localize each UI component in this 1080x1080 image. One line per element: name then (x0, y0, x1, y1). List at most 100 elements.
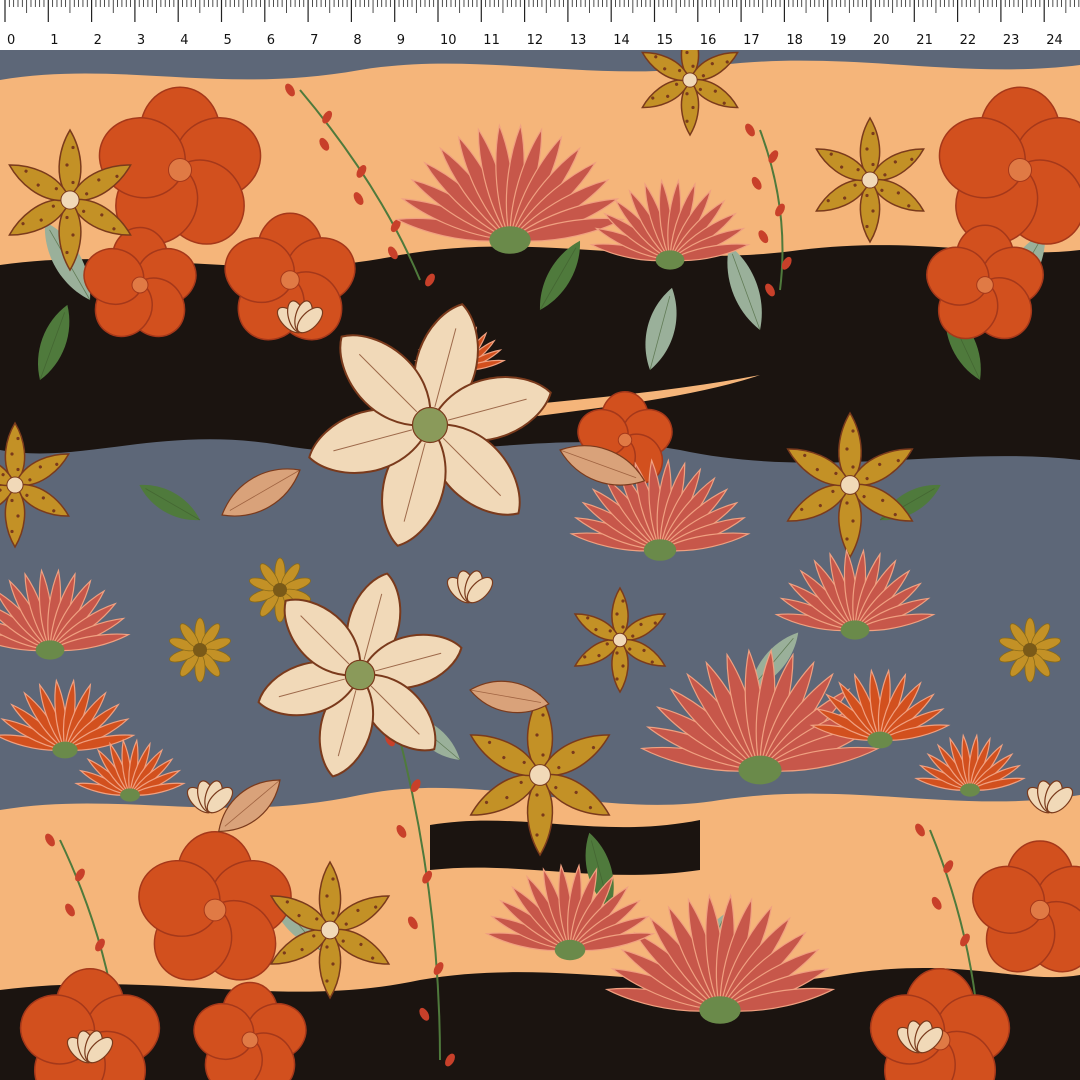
star-petal-dot (871, 209, 875, 213)
ruler-label: 7 (310, 33, 318, 48)
spiky-flower-base (489, 226, 531, 254)
ruler-label: 15 (657, 33, 674, 48)
poppy-center (241, 1031, 259, 1049)
star-petal-dot (871, 162, 875, 167)
floral-fabric-pattern (0, 50, 1080, 1080)
spiky-flower-base (120, 788, 140, 802)
ruler-label: 12 (527, 33, 544, 48)
measurement-ruler: 0 1 2 3 4 5 6 7 8 9 10 11 12 13 14 15 16 17 18 19 20 21 22 23 24… (0, 0, 1080, 50)
star-petal-dot (851, 519, 855, 523)
ruler-label: 10 (440, 33, 457, 48)
ruler-label: 20 (873, 33, 890, 48)
star-petal-dot (331, 877, 335, 881)
ruler-label: 17 (743, 33, 760, 48)
star-petal-dot (331, 962, 335, 966)
star-petal-dot (691, 105, 695, 110)
ruler-label: 24 (1046, 33, 1063, 48)
star-petal-dot (65, 163, 69, 167)
ruler-scale: 0 1 2 3 4 5 6 7 8 9 10 11 12 13 14 15 16 17 18 19 20 21 22 23 24… (0, 0, 1080, 50)
spiky-flower-base (35, 640, 65, 660)
star-center (840, 475, 860, 495)
pattern-canvas (0, 50, 1080, 1080)
ruler-label: 8 (353, 33, 361, 48)
star-petal-dot (331, 911, 335, 915)
poppy-center (167, 157, 193, 183)
ruler-label: 6 (267, 33, 275, 48)
star-petal-dot (10, 452, 14, 456)
star-petal-dot (685, 50, 689, 55)
ruler-label: 9 (397, 33, 405, 48)
star-petal-dot (845, 537, 849, 541)
star-center (6, 476, 24, 494)
spiky-flower-base (699, 996, 741, 1024)
ruler-label: 5 (224, 33, 232, 48)
star-petal-dot (865, 193, 869, 198)
spiky-flower-base (655, 250, 685, 270)
star-petal-dot (541, 813, 545, 817)
ruler-label: 13 (570, 33, 587, 48)
ruler-label: 18 (786, 33, 803, 48)
star-petal-dot (16, 467, 20, 472)
ruler-label: 19 (830, 33, 847, 48)
ruler-label: 21 (916, 33, 933, 48)
star-petal-dot (845, 447, 849, 451)
ruler-label: 16 (700, 33, 717, 48)
star-petal-dot (325, 979, 329, 983)
star-petal-dot (691, 64, 695, 68)
star-center (861, 171, 879, 189)
spiky-flower-base (960, 783, 980, 797)
ruler-label: 0 (7, 33, 15, 48)
poppy-center (1029, 899, 1051, 921)
ruler-label: 14 (613, 33, 630, 48)
poppy-center (1007, 157, 1033, 183)
star-petal-dot (16, 436, 20, 441)
star-petal-dot (851, 429, 855, 433)
black-band-mid (430, 820, 700, 875)
ruler-label: 1 (50, 33, 58, 48)
spiky-flower-base (867, 731, 893, 749)
star-petal-dot (845, 501, 849, 505)
ruler-label: 2 (94, 33, 102, 48)
star-petal-dot (65, 250, 69, 255)
ruler-label: 4 (180, 33, 188, 48)
ruler-label: 3 (137, 33, 145, 48)
star-petal-dot (325, 894, 329, 898)
star-center (529, 764, 551, 786)
star-petal-dot (10, 529, 14, 534)
poppy-center (203, 898, 227, 922)
star-petal-dot (621, 664, 625, 668)
star-petal-dot (535, 733, 539, 737)
star-petal-dot (10, 498, 14, 503)
star-petal-dot (615, 677, 619, 681)
spiky-flower-base (52, 741, 78, 759)
star-center (60, 190, 80, 210)
daisy-center (1023, 643, 1037, 657)
star-petal-dot (871, 131, 875, 136)
spiky-flower-base (840, 620, 870, 640)
ruler-label: 11 (483, 33, 500, 48)
poppy-center (131, 276, 149, 294)
star-petal-dot (541, 753, 545, 757)
ruler-label: 22 (960, 33, 977, 48)
star-center (612, 632, 628, 648)
star-petal-dot (851, 465, 855, 469)
poppy-center (976, 276, 994, 294)
ruler-label: 23 (1003, 33, 1020, 48)
lily-center (344, 659, 376, 691)
star-petal-dot (685, 92, 689, 96)
poppy-center (280, 270, 300, 290)
star-petal-dot (71, 145, 75, 150)
star-petal-dot (685, 119, 689, 123)
daisy-center (273, 583, 287, 597)
spiky-flower-base (554, 939, 586, 961)
star-petal-dot (615, 651, 619, 655)
star-petal-dot (71, 180, 75, 185)
star-petal-dot (621, 599, 625, 603)
star-petal-dot (865, 147, 869, 151)
star-petal-dot (865, 224, 869, 229)
lily-center (411, 406, 449, 444)
star-petal-dot (71, 233, 75, 237)
star-petal-dot (16, 514, 20, 518)
star-petal-dot (65, 215, 69, 220)
star-center (320, 920, 340, 940)
